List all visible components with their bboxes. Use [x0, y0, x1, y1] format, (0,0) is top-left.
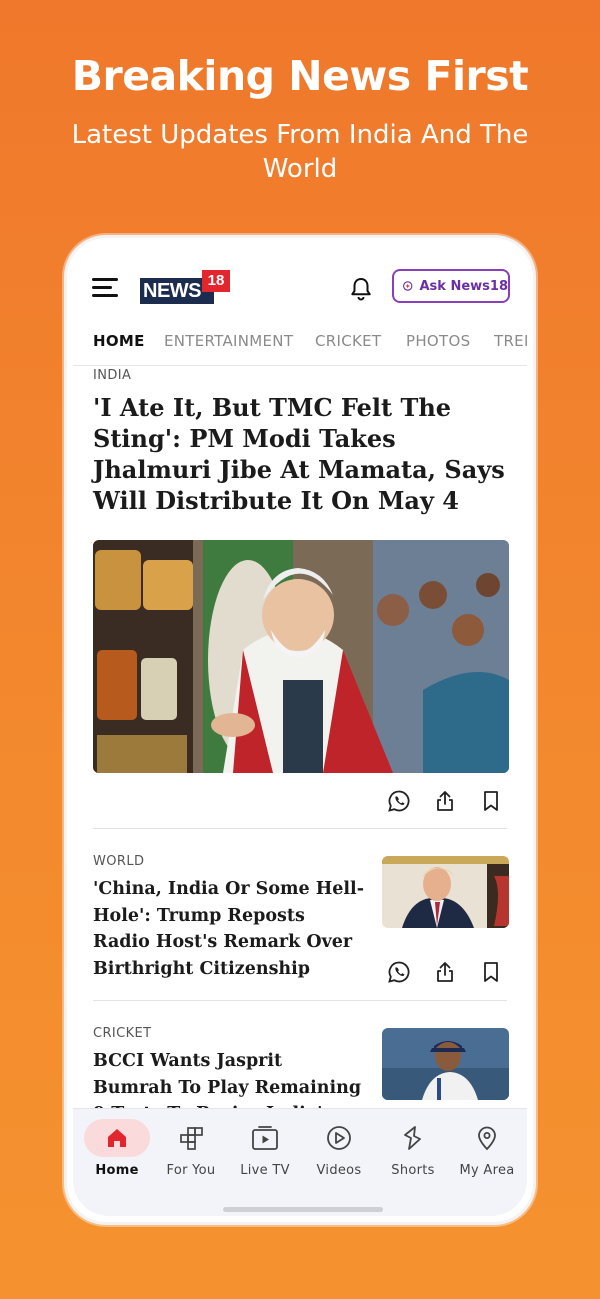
article-category: WORLD: [93, 854, 145, 869]
divider: [93, 828, 507, 829]
lead-article-actions: [387, 789, 503, 813]
thumbnail-photo: [382, 1028, 509, 1100]
nav-label: Home: [95, 1163, 139, 1178]
ask-button-label: Ask News18: [419, 278, 508, 294]
article-category: INDIA: [93, 368, 132, 383]
bookmark-icon[interactable]: [479, 789, 503, 813]
nav-for-you[interactable]: For You: [154, 1119, 228, 1178]
bottom-navigation: Home For You Live TV Videos Shorts My Ar…: [73, 1108, 527, 1216]
tab-entertainment[interactable]: ENTERTAINMENT: [164, 332, 293, 350]
divider: [93, 1000, 507, 1001]
bell-icon[interactable]: [349, 276, 373, 302]
article-headline[interactable]: 'I Ate It, But TMC Felt The Sting': PM M…: [93, 392, 509, 516]
nav-videos[interactable]: Videos: [302, 1119, 376, 1178]
tab-photos[interactable]: PHOTOS: [406, 332, 470, 350]
article-headline[interactable]: 'China, India Or Some Hell-Hole': Trump …: [93, 876, 365, 982]
promo-title: Breaking News First: [71, 52, 529, 100]
ai-spark-icon: [403, 281, 413, 291]
nav-my-area[interactable]: My Area: [450, 1119, 524, 1178]
app-screen: NEWS 18 Ask News18 HOME ENTERTAINMENT CR…: [73, 244, 527, 1216]
location-icon: [478, 1126, 496, 1151]
tv-icon: [252, 1126, 278, 1150]
news18-logo[interactable]: NEWS 18: [140, 270, 232, 304]
tab-trending[interactable]: TREN: [494, 332, 527, 350]
nav-label: My Area: [459, 1163, 515, 1178]
tab-cricket[interactable]: CRICKET: [315, 332, 381, 350]
share-icon[interactable]: [433, 789, 457, 813]
nav-home[interactable]: Home: [80, 1119, 154, 1178]
home-icon: [108, 1129, 126, 1147]
active-pill: [84, 1119, 150, 1157]
nav-label: Live TV: [240, 1163, 290, 1178]
article-thumbnail[interactable]: [382, 1028, 509, 1100]
whatsapp-icon[interactable]: [387, 789, 411, 813]
phone-frame: NEWS 18 Ask News18 HOME ENTERTAINMENT CR…: [64, 235, 536, 1225]
grid-icon: [180, 1127, 203, 1150]
menu-icon[interactable]: [92, 276, 122, 302]
top-bar: NEWS 18 Ask News18: [73, 264, 527, 314]
article-actions: [387, 960, 503, 984]
category-tabs: HOME ENTERTAINMENT CRICKET PHOTOS TREN: [73, 316, 527, 366]
home-indicator: [223, 1207, 383, 1212]
logo-number: 18: [202, 270, 230, 292]
nav-shorts[interactable]: Shorts: [376, 1119, 450, 1178]
nav-label: Shorts: [391, 1163, 435, 1178]
tab-home[interactable]: HOME: [93, 332, 145, 350]
article-category: CRICKET: [93, 1026, 152, 1041]
lead-article-image[interactable]: [93, 540, 509, 773]
article-thumbnail[interactable]: [382, 856, 509, 928]
nav-label: Videos: [316, 1163, 362, 1178]
lead-article[interactable]: INDIA 'I Ate It, But TMC Felt The Sting'…: [93, 368, 509, 516]
play-icon: [327, 1126, 351, 1150]
list-item[interactable]: WORLD 'China, India Or Some Hell-Hole': …: [93, 854, 365, 982]
thumbnail-photo: [382, 856, 509, 928]
hero-photo: [93, 540, 509, 773]
share-icon[interactable]: [433, 960, 457, 984]
promo-subtitle: Latest Updates From India And The World: [71, 120, 529, 184]
nav-label: For You: [166, 1163, 216, 1178]
whatsapp-icon[interactable]: [387, 960, 411, 984]
bookmark-icon[interactable]: [479, 960, 503, 984]
shorts-icon: [404, 1126, 421, 1150]
nav-live-tv[interactable]: Live TV: [228, 1119, 302, 1178]
ask-news18-button[interactable]: Ask News18: [392, 269, 510, 303]
